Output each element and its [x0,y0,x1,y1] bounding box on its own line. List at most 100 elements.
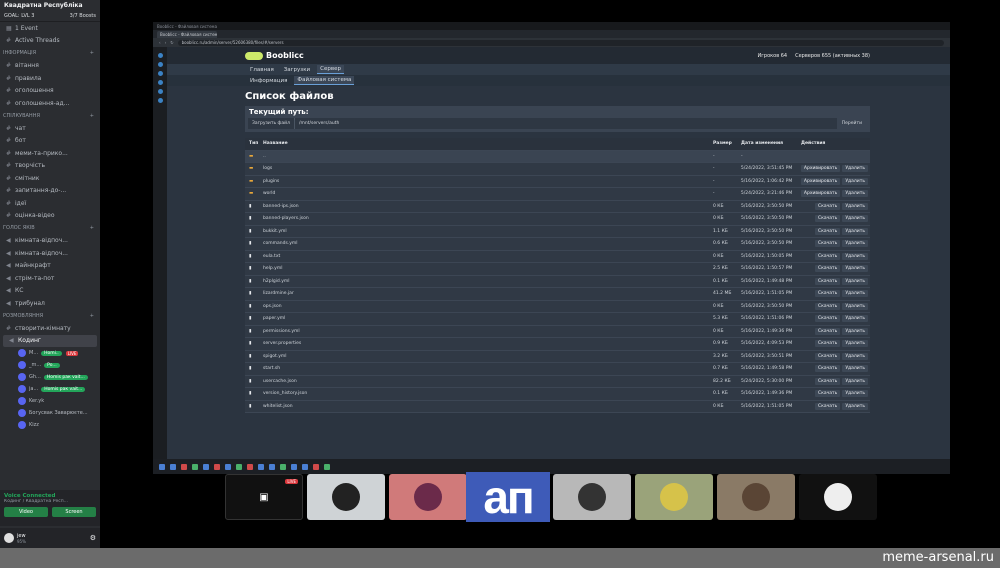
file-name[interactable]: usercache.json [263,379,713,384]
file-name[interactable]: lizardmine.jar [263,291,713,296]
table-row[interactable]: ▮ server.properties 0.9 КБ 5/16/2022, 4:09:… [245,338,870,351]
gear-icon[interactable]: ⚙ [90,534,96,542]
table-row[interactable]: ▮ banned-ips.json 0 КБ 5/16/2022, 3:50:50 P… [245,201,870,213]
file-name[interactable]: permissions.yml [263,329,713,334]
video-button[interactable]: Video [4,507,48,517]
channel-item[interactable]: # ідеї [0,197,100,210]
file-name[interactable]: logs [263,166,713,171]
voice-user[interactable]: Богусвак Заварюєте... [0,407,100,419]
row-action-button[interactable]: Удалить [842,315,868,323]
messenger-icon[interactable] [157,80,163,85]
participant-tile[interactable] [389,474,467,520]
messenger-icon[interactable] [157,71,163,76]
row-action-button[interactable]: Удалить [842,227,868,235]
plus-icon[interactable]: + [90,313,94,319]
forward-icon[interactable]: › [165,40,167,45]
channel-item[interactable]: ◀ трибунал [0,297,100,310]
file-name[interactable]: h2plgid.yml [263,279,713,284]
table-row[interactable]: ▬ logs - 5/24/2022, 3:51:45 PM Архивировать У… [245,163,870,176]
app-icon[interactable] [258,463,264,470]
row-action-button[interactable]: Удалить [842,177,868,185]
channel-item[interactable]: # правила [0,72,100,85]
user-avatar[interactable] [4,533,14,543]
channel-item[interactable]: # смітник [0,172,100,185]
table-row[interactable]: ▮ commands.yml 0.6 КБ 5/16/2022, 3:50:50 PM… [245,238,870,251]
row-action-button[interactable]: Скачать [815,227,841,235]
app-icon[interactable] [280,463,286,470]
boost-goal[interactable]: GOAL: LVL 3 3/7 Boosts [0,11,100,22]
file-name[interactable]: ops.json [263,304,713,309]
table-row[interactable]: ▮ start.sh 0.7 КБ 5/16/2022, 1:49:58 PM Скач… [245,363,870,376]
row-action-button[interactable]: Скачать [815,240,841,248]
voice-user[interactable]: Kizz [0,419,100,431]
table-row[interactable]: ▬ world - 5/24/2022, 3:21:46 PM Архивировать… [245,188,870,201]
row-action-button[interactable]: Удалить [842,377,868,385]
participant-tile[interactable] [553,474,631,520]
table-row[interactable]: ▮ paper.yml 5.3 КБ 5/16/2022, 1:51:06 PM Ска… [245,313,870,326]
file-name[interactable]: banned-players.json [263,216,713,221]
nav-downloads[interactable]: Загрузки [281,66,313,74]
row-action-button[interactable]: Удалить [842,202,868,210]
row-action-button[interactable]: Удалить [842,215,868,223]
row-action-button[interactable]: Скачать [815,277,841,285]
row-action-button[interactable]: Скачать [815,390,841,398]
go-button[interactable]: Перейти [836,118,867,129]
participant-tile[interactable] [307,474,385,520]
row-action-button[interactable]: Удалить [842,265,868,273]
voice-user[interactable]: M... Homi.. LIVE [0,347,100,359]
reload-icon[interactable]: ↻ [170,40,173,45]
file-name[interactable]: bukkit.yml [263,229,713,234]
channel-item[interactable]: ◀ кімната-відпоч... [0,235,100,248]
row-action-button[interactable]: Скачать [815,252,841,260]
row-action-button[interactable]: Архивировать [800,177,841,185]
app-icon[interactable] [192,463,198,470]
participant-tile[interactable] [717,474,795,520]
channel-item[interactable]: # творчість [0,160,100,173]
file-name[interactable]: help.yml [263,266,713,271]
channel-item[interactable]: # запитання-до-... [0,185,100,198]
row-action-button[interactable]: Скачать [815,265,841,273]
table-row[interactable]: ▮ whitelist.json 0 КБ 5/16/2022, 1:51:05 PM… [245,401,870,413]
logo[interactable]: Booblicc [245,51,304,60]
file-name[interactable]: plugins [263,179,713,184]
nav-server[interactable]: Сервер [317,65,344,74]
row-action-button[interactable]: Удалить [842,290,868,298]
events-item[interactable]: ▦ 1 Event [0,22,100,35]
row-action-button[interactable]: Удалить [842,340,868,348]
row-action-button[interactable]: Скачать [815,402,841,410]
table-row[interactable]: ▮ version_history.json 0.1 КБ 5/16/2022, 1:… [245,388,870,401]
channel-item[interactable]: # створити-кімнату [0,322,100,335]
messenger-icon[interactable] [157,89,163,94]
row-action-button[interactable]: Удалить [842,252,868,260]
messenger-icon[interactable] [157,98,163,103]
threads-item[interactable]: # Active Threads [0,35,100,48]
app-icon[interactable] [236,463,242,470]
channel-item[interactable]: ◀ майнкрафт [0,260,100,273]
channel-item[interactable]: # меми-та-прико... [0,147,100,160]
channel-item[interactable]: ◀ кімната-відпоч... [0,247,100,260]
table-row[interactable]: ▮ lizardmine.jar 41.2 МБ 5/16/2022, 1:51:05… [245,288,870,301]
tab-filesystem[interactable]: Файловая система [294,76,355,85]
file-name[interactable]: paper.yml [263,316,713,321]
participant-tile[interactable] [799,474,877,520]
tab-info[interactable]: Информация [247,77,290,85]
screen-share-button[interactable]: Screen [52,507,96,517]
row-action-button[interactable]: Скачать [815,327,841,335]
app-icon[interactable] [269,463,275,470]
row-action-button[interactable]: Удалить [842,352,868,360]
channel-item[interactable]: ◀ стрім-та-пот [0,272,100,285]
channel-category[interactable]: СПІЛКУВАННЯ + [0,110,100,123]
messenger-icon[interactable] [157,53,163,58]
plus-icon[interactable]: + [90,225,94,231]
file-name[interactable]: start.sh [263,366,713,371]
active-voice-channel[interactable]: ◀ Кодинг [3,334,97,347]
file-name[interactable]: spigot.yml [263,354,713,359]
table-row[interactable]: ▮ spigot.yml 3.2 КБ 5/16/2022, 3:50:51 PM Ск… [245,351,870,363]
app-icon[interactable] [225,463,231,470]
url-field[interactable]: booblicc.ru/admin/server/52606380/files/… [177,39,944,46]
channel-item[interactable]: # оцінка-відео [0,210,100,223]
table-row[interactable]: ▮ bukkit.yml 1.1 КБ 5/16/2022, 3:50:50 PM Ск… [245,226,870,238]
channel-category[interactable]: РОЗМОВЛЯННЯ + [0,310,100,323]
file-name[interactable]: banned-ips.json [263,204,713,209]
plus-icon[interactable]: + [90,113,94,119]
